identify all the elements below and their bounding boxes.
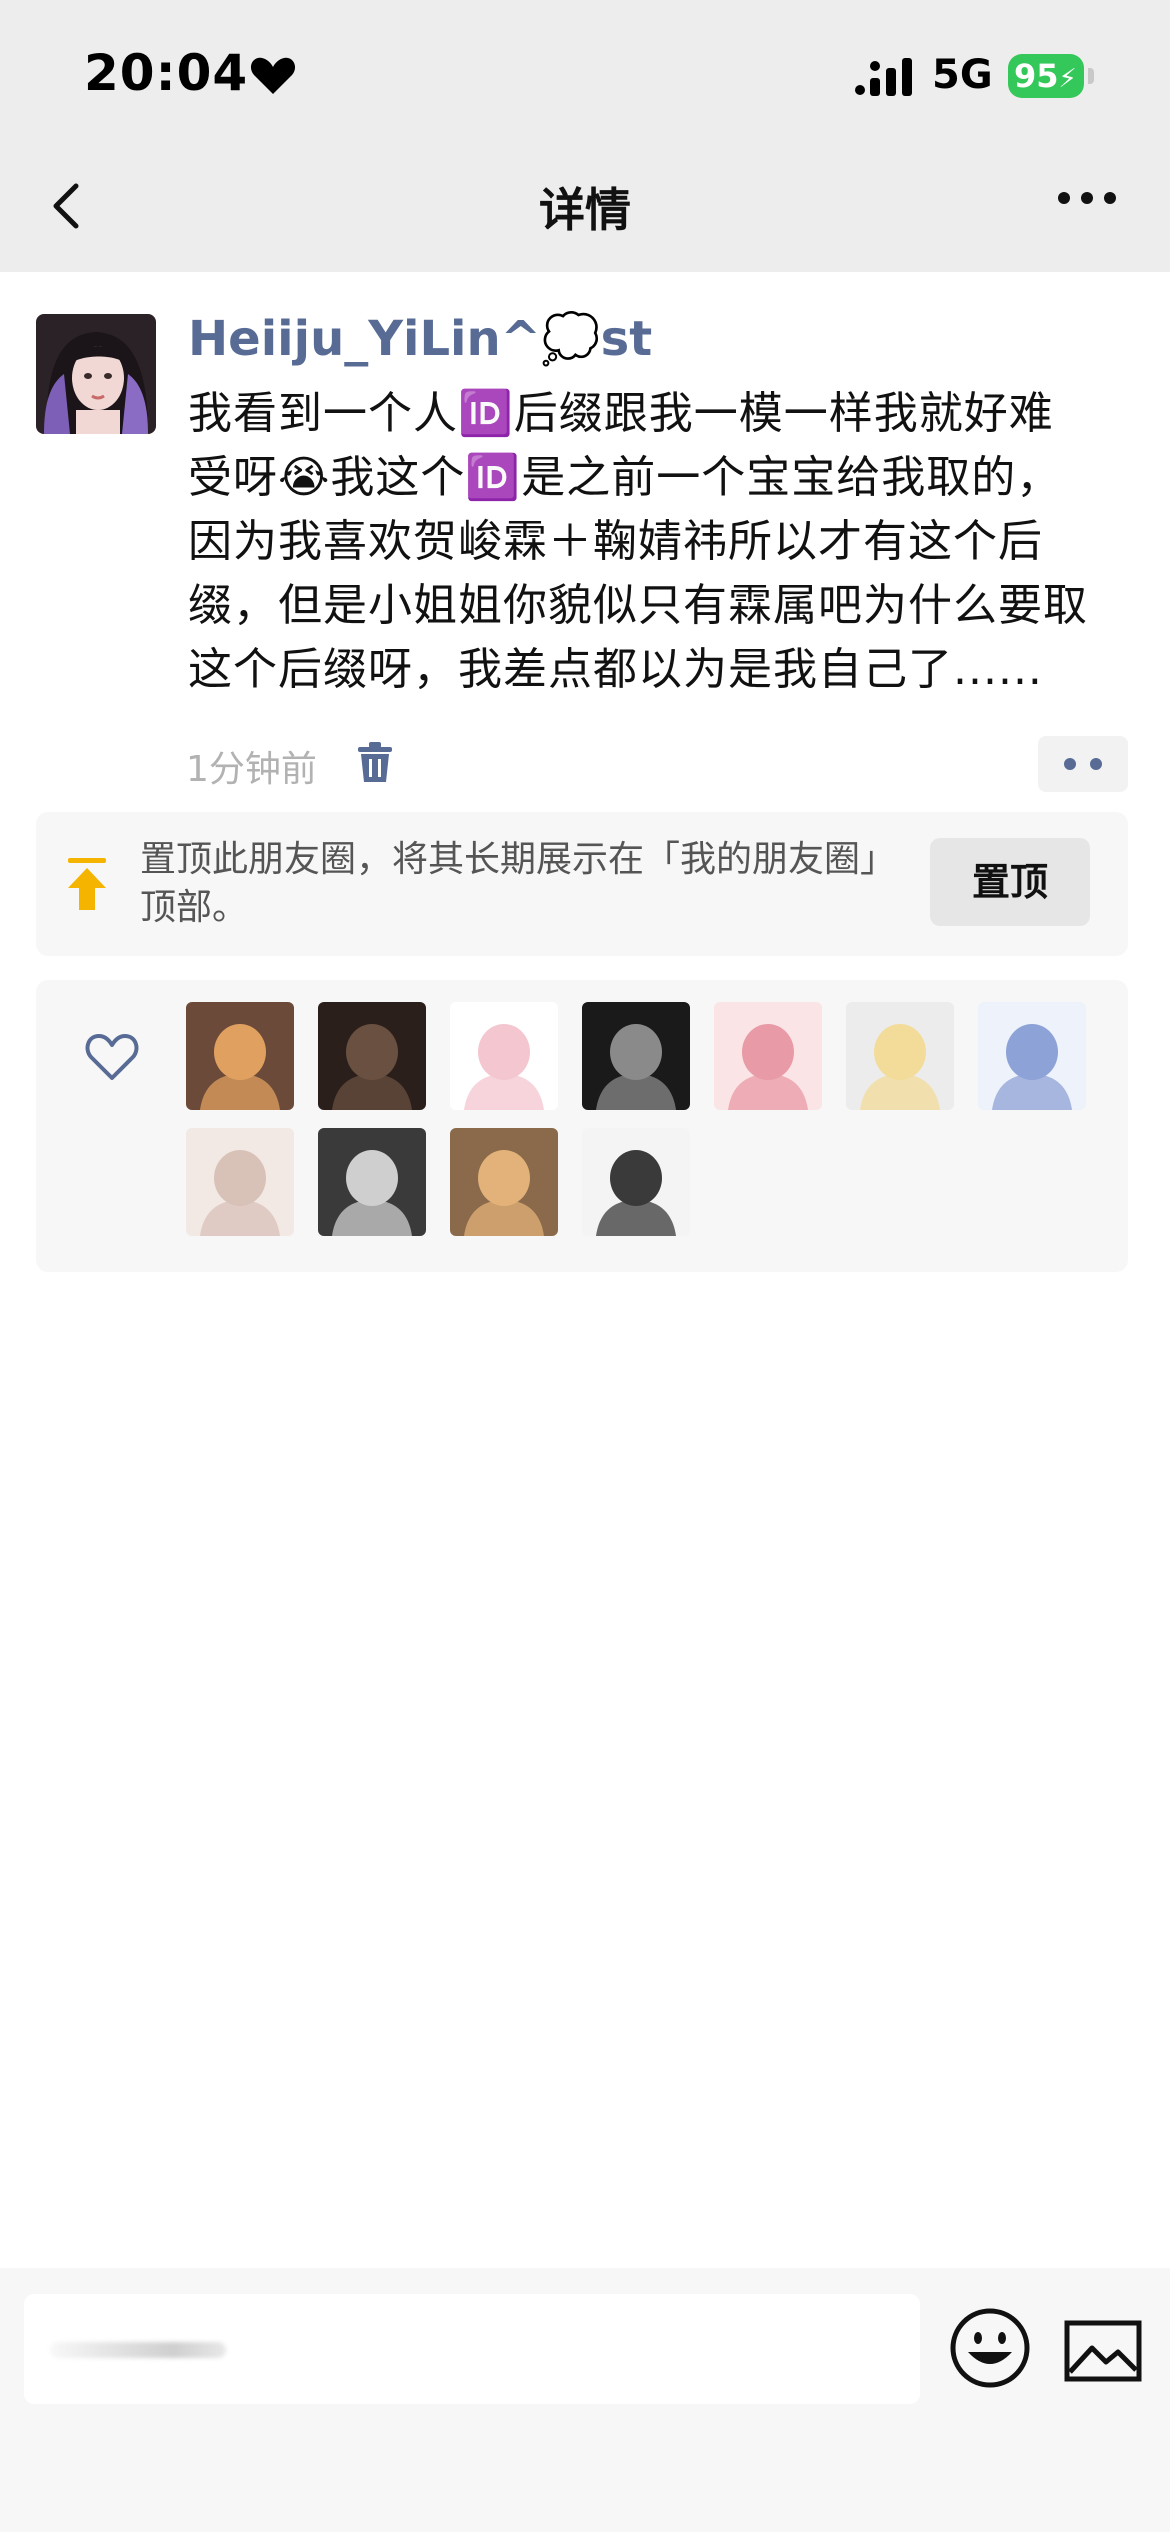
liked-user-avatar[interactable]	[450, 1128, 558, 1236]
image-icon[interactable]	[1064, 2320, 1142, 2382]
heart-icon	[250, 57, 296, 94]
network-type: 5G	[932, 52, 993, 98]
status-time: 20:04	[84, 44, 249, 102]
pin-description: 置顶此朋友圈，将其长期展示在「我的朋友圈」顶部。	[140, 839, 897, 928]
post-text-line: 我看到一个人🆔后缀跟我一模一样我就好难	[188, 388, 1054, 439]
post-text-line: 这个后缀呀，我差点都以为是我自己了......	[188, 644, 1043, 695]
input-placeholder-blur	[50, 2342, 226, 2358]
avatar-bw-anime	[582, 1002, 690, 1110]
avatar-anime-girl-blue	[978, 1002, 1086, 1110]
liked-user-avatar[interactable]	[186, 1128, 294, 1236]
author-avatar[interactable]	[36, 314, 156, 434]
pin-to-top-icon	[68, 858, 106, 910]
author-name[interactable]: Heiiju_YiLin^💭st	[188, 310, 652, 367]
avatar-rilakkuma-bear	[846, 1002, 954, 1110]
battery-indicator: 95⚡	[1008, 54, 1084, 98]
avatar-blonde-girl	[186, 1128, 294, 1236]
pin-banner: 置顶此朋友圈，将其长期展示在「我的朋友圈」顶部。 置顶	[36, 812, 1128, 956]
page-title: 详情	[539, 183, 631, 237]
more-options-icon[interactable]	[1056, 188, 1118, 208]
liked-user-avatar[interactable]	[318, 1002, 426, 1110]
status-bar: 20:04 5G 95⚡	[0, 0, 1170, 140]
post-text-line: 缀，但是小姐姐你貌似只有霖属吧为什么要取	[188, 580, 1088, 631]
post-text-line: 因为我喜欢贺峻霖＋鞠婧祎所以才有这个后	[188, 516, 1043, 567]
avatar-dark-photo	[318, 1002, 426, 1110]
liked-user-avatar[interactable]	[582, 1128, 690, 1236]
post-timestamp: 1分钟前	[186, 749, 317, 790]
emoji-icon[interactable]	[948, 2306, 1032, 2390]
liked-user-avatar[interactable]	[450, 1002, 558, 1110]
nav-bar: 详情	[0, 140, 1170, 272]
like-heart-icon	[85, 1034, 139, 1080]
post-text-line: 受呀😭我这个🆔是之前一个宝宝给我取的，	[188, 452, 1062, 503]
comment-bar	[0, 2268, 1170, 2532]
liked-user-avatar[interactable]	[186, 1002, 294, 1110]
avatar-photo-icon	[36, 314, 156, 434]
post-text: 我看到一个人🆔后缀跟我一模一样我就好难 受呀😭我这个🆔是之前一个宝宝给我取的， …	[188, 382, 1138, 702]
avatar-bw-girl	[318, 1128, 426, 1236]
avatar-corgi-dog	[450, 1128, 558, 1236]
dot	[1090, 758, 1102, 770]
likes-panel	[36, 980, 1128, 1272]
trash-icon[interactable]	[356, 742, 394, 784]
avatar-girl-with-cat	[186, 1002, 294, 1110]
battery-level: 95	[1014, 57, 1059, 95]
avatar-cartoon-bun	[450, 1002, 558, 1110]
dot	[1064, 758, 1076, 770]
liked-user-avatar[interactable]	[318, 1128, 426, 1236]
signal-icon	[855, 58, 912, 96]
liked-user-avatar[interactable]	[714, 1002, 822, 1110]
liked-user-avatar[interactable]	[978, 1002, 1086, 1110]
post-action-button[interactable]	[1038, 736, 1128, 792]
avatar-pink-cartoon-girl	[714, 1002, 822, 1110]
avatar-girl-twin-tails	[582, 1128, 690, 1236]
liked-user-avatar[interactable]	[846, 1002, 954, 1110]
charging-bolt-icon: ⚡	[1058, 64, 1077, 94]
battery-cap	[1088, 68, 1094, 84]
liked-user-avatar[interactable]	[582, 1002, 690, 1110]
pin-button[interactable]: 置顶	[930, 838, 1090, 926]
